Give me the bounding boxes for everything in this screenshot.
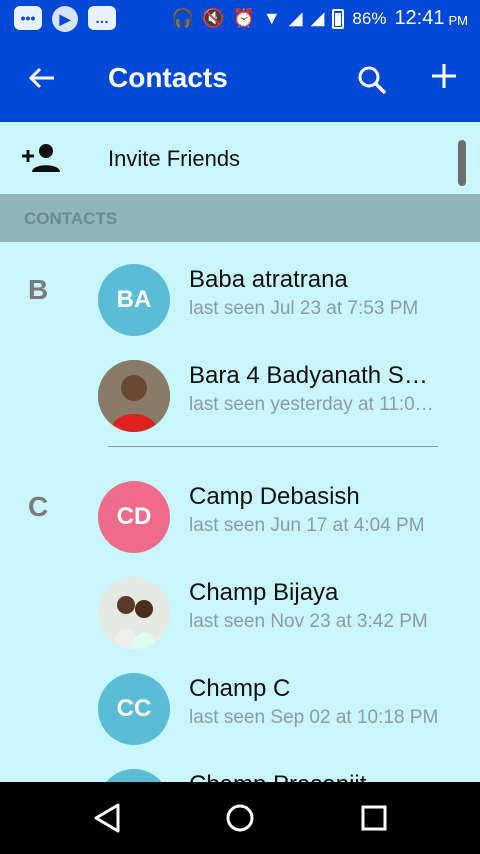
signal-icon: ◢ <box>288 8 303 28</box>
contact-row[interactable]: Champ Bijaya last seen Nov 23 at 3:42 PM <box>0 567 480 663</box>
contact-name: Champ Bijaya <box>189 579 339 606</box>
contact-name: Champ C <box>189 675 291 702</box>
add-person-icon <box>22 142 62 174</box>
contact-name: Baba atratrana <box>189 266 348 293</box>
group-divider <box>108 446 438 447</box>
mute-icon: 🔇 <box>202 8 225 28</box>
play-icon: ▶ <box>52 6 78 32</box>
contact-row[interactable]: CD Camp Debasish last seen Jun 17 at 4:0… <box>0 471 480 567</box>
last-seen: last seen Sep 02 at 10:18 PM <box>189 707 439 728</box>
nav-recents-icon[interactable] <box>356 800 392 836</box>
section-header-label: CONTACTS <box>24 209 118 228</box>
last-seen: last seen Jun 17 at 4:04 PM <box>189 515 425 536</box>
app-bar: Contacts <box>0 38 480 122</box>
contact-row[interactable]: Bara 4 Badyanath Sahu last seen yesterda… <box>0 350 480 446</box>
last-seen: last seen yesterday at 11:02 PM <box>189 394 439 415</box>
page-title: Contacts <box>108 62 228 93</box>
nav-back-icon[interactable] <box>90 800 126 836</box>
avatar-photo <box>98 577 170 649</box>
battery-percent: 86% <box>352 8 387 28</box>
contact-row[interactable]: CC Champ C last seen Sep 02 at 10:18 PM <box>0 663 480 759</box>
navigation-bar <box>0 782 480 854</box>
clock-ampm: PM <box>448 13 469 28</box>
signal-2-icon: ◢ <box>310 8 325 28</box>
chat-icon: … <box>88 6 116 30</box>
last-seen: last seen Jul 23 at 7:53 PM <box>189 298 419 319</box>
scrollbar-thumb[interactable] <box>458 140 466 186</box>
contact-name: Bara 4 Badyanath Sahu <box>189 362 439 389</box>
avatar-photo <box>98 360 170 432</box>
avatar: CD <box>98 481 170 553</box>
wifi-icon: ▼ <box>262 8 281 28</box>
avatar: BA <box>98 264 170 336</box>
avatar: CC <box>98 673 170 745</box>
add-contact-icon[interactable] <box>428 60 460 92</box>
last-seen: last seen Nov 23 at 3:42 PM <box>189 611 428 632</box>
battery-icon <box>332 8 345 29</box>
nav-home-icon[interactable] <box>222 800 258 836</box>
contact-row[interactable]: BA Baba atratrana last seen Jul 23 at 7:… <box>0 254 480 350</box>
clock-time: 12:41 <box>394 7 445 29</box>
headphones-icon: 🎧 <box>171 8 195 28</box>
messages-icon: ••• <box>14 6 42 30</box>
status-bar: ••• ▶ … 🎧 🔇 ⏰ ▼ ◢ ◢ 86% 12:41 PM <box>0 0 480 38</box>
invite-friends-label: Invite Friends <box>108 146 241 171</box>
invite-friends-row[interactable]: Invite Friends <box>0 122 480 194</box>
contacts-section-header: CONTACTS <box>0 194 480 242</box>
contact-name: Camp Debasish <box>189 483 360 510</box>
alarm-icon: ⏰ <box>232 8 255 28</box>
search-icon[interactable] <box>356 64 388 96</box>
back-arrow-icon[interactable] <box>26 62 58 94</box>
